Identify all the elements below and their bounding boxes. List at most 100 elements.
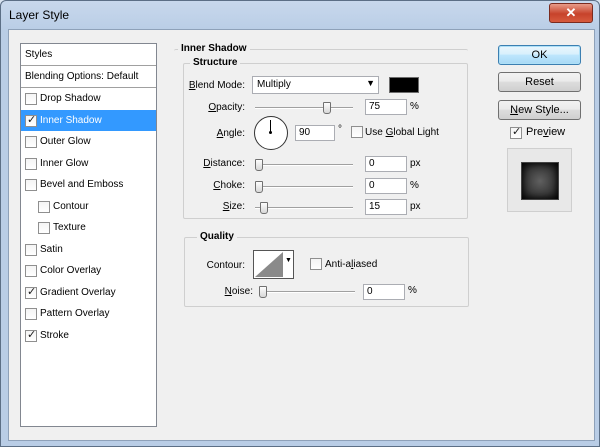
title-bar: Layer Style ✕ [1, 1, 599, 28]
distance-label: Distance: [203, 158, 245, 169]
style-item-drop-shadow[interactable]: Drop Shadow [21, 88, 156, 109]
style-item-outer-glow[interactable]: Outer Glow [21, 131, 156, 152]
angle-label: Angle: [216, 128, 245, 139]
contour-dropdown-arrow-icon[interactable]: ▼ [284, 250, 294, 279]
opacity-unit: % [410, 101, 419, 112]
style-item-stroke[interactable]: ✓ Stroke [21, 325, 156, 346]
size-slider-thumb[interactable] [260, 202, 269, 214]
style-item-bevel-and-emboss[interactable]: Bevel and Emboss [21, 174, 156, 195]
shadow-color-swatch[interactable] [389, 77, 419, 93]
checkmark-icon: ✓ [512, 126, 522, 138]
opacity-slider[interactable] [255, 102, 353, 114]
close-button[interactable]: ✕ [549, 3, 593, 23]
size-label: Size: [222, 201, 245, 212]
contour-picker[interactable] [253, 250, 285, 279]
noise-slider[interactable] [259, 286, 355, 298]
angle-field[interactable]: 90 [295, 125, 335, 141]
size-field[interactable]: 15 [365, 199, 407, 215]
style-item-label: Outer Glow [40, 136, 91, 147]
style-item-checkbox[interactable]: ✓ [25, 328, 37, 342]
blending-options-item[interactable]: Blending Options: Default [21, 66, 156, 88]
styles-header[interactable]: Styles [21, 44, 156, 66]
style-item-texture[interactable]: Texture [21, 217, 156, 238]
opacity-slider-thumb[interactable] [322, 102, 331, 114]
contour-label: Contour: [206, 260, 245, 271]
inner-shadow-group: Inner Shadow Structure Blend Mode: Multi… [174, 43, 468, 220]
style-item-label: Color Overlay [40, 265, 102, 276]
style-item-checkbox[interactable] [25, 93, 37, 105]
distance-slider[interactable] [255, 159, 353, 171]
opacity-field[interactable]: 75 [365, 99, 407, 115]
layer-style-window: Layer Style ✕ Styles Blending Options: D… [0, 0, 600, 447]
style-item-checkbox[interactable] [25, 136, 37, 148]
angle-unit: ° [338, 124, 342, 135]
style-item-pattern-overlay[interactable]: Pattern Overlay [21, 303, 156, 324]
size-slider[interactable] [255, 202, 353, 214]
blend-mode-select[interactable]: Multiply ▼ [252, 76, 379, 94]
style-item-checkbox[interactable] [25, 157, 37, 170]
reset-button[interactable]: Reset [498, 72, 581, 92]
style-item-label: Satin [40, 243, 63, 255]
style-item-contour[interactable]: Contour [21, 196, 156, 217]
style-item-label: Texture [53, 222, 86, 233]
preview-swatch [521, 162, 559, 200]
style-item-label: Contour [53, 200, 89, 212]
new-style-button[interactable]: New Style... [498, 100, 581, 120]
style-item-checkbox[interactable] [25, 179, 37, 191]
noise-unit: % [408, 285, 417, 296]
style-item-inner-shadow[interactable]: ✓ Inner Shadow [21, 109, 156, 131]
style-item-checkbox[interactable]: ✓ [25, 285, 37, 299]
style-item-checkbox[interactable] [25, 308, 37, 320]
style-item-checkbox[interactable]: ✓ [25, 113, 37, 127]
structure-title: Structure [190, 57, 241, 68]
angle-dial[interactable] [254, 116, 288, 150]
style-item-gradient-overlay[interactable]: ✓ Gradient Overlay [21, 282, 156, 303]
use-global-light-checkbox[interactable] [351, 126, 363, 138]
distance-unit: px [410, 158, 421, 169]
choke-slider-thumb[interactable] [255, 181, 263, 193]
distance-field[interactable]: 0 [365, 156, 407, 172]
dialog-body: Styles Blending Options: Default Drop Sh… [8, 29, 595, 441]
style-item-label: Inner Shadow [40, 114, 102, 126]
structure-group: Structure Blend Mode: Multiply ▼ Opacity… [183, 57, 468, 219]
style-item-label: Drop Shadow [40, 93, 101, 104]
chevron-down-icon: ▼ [366, 78, 375, 88]
window-title: Layer Style [9, 8, 70, 22]
quality-title: Quality [197, 231, 237, 242]
style-item-satin[interactable]: Satin [21, 239, 156, 260]
checkmark-icon: ✓ [27, 285, 37, 298]
size-unit: px [410, 201, 421, 212]
style-item-label: Inner Glow [40, 157, 89, 169]
style-item-checkbox[interactable] [38, 200, 50, 213]
noise-field[interactable]: 0 [363, 284, 405, 300]
style-item-checkbox[interactable] [25, 265, 37, 277]
noise-slider-thumb[interactable] [259, 286, 267, 298]
anti-aliased-label: Anti-aliased [325, 259, 378, 270]
ok-button[interactable]: OK [498, 45, 581, 65]
preview-thumbnail [507, 148, 572, 212]
quality-group: Quality Contour: ▼ Anti-aliased Noise: 0… [184, 231, 469, 307]
use-global-light-label: Use Global Light [365, 127, 439, 138]
inner-shadow-title: Inner Shadow [178, 43, 250, 54]
choke-field[interactable]: 0 [365, 178, 407, 194]
choke-unit: % [410, 180, 419, 191]
opacity-label: Opacity: [208, 102, 245, 113]
style-item-checkbox[interactable] [38, 222, 50, 234]
anti-aliased-checkbox[interactable] [310, 258, 322, 270]
contour-linear-icon [255, 252, 283, 277]
style-item-color-overlay[interactable]: Color Overlay [21, 260, 156, 281]
style-item-label: Pattern Overlay [40, 308, 110, 319]
blend-mode-value: Multiply [257, 79, 291, 90]
choke-slider[interactable] [255, 181, 353, 193]
checkmark-icon: ✓ [27, 328, 37, 341]
style-item-label: Bevel and Emboss [40, 179, 124, 190]
distance-slider-thumb[interactable] [255, 159, 263, 171]
styles-list: Styles Blending Options: Default Drop Sh… [20, 43, 157, 427]
preview-checkbox[interactable]: ✓ [510, 126, 522, 139]
noise-label: Noise: [224, 286, 253, 297]
style-item-label: Stroke [40, 329, 69, 341]
blend-mode-label: Blend Mode: [188, 80, 245, 91]
style-item-checkbox[interactable] [25, 243, 37, 256]
checkmark-icon: ✓ [27, 113, 37, 126]
style-item-inner-glow[interactable]: Inner Glow [21, 153, 156, 174]
